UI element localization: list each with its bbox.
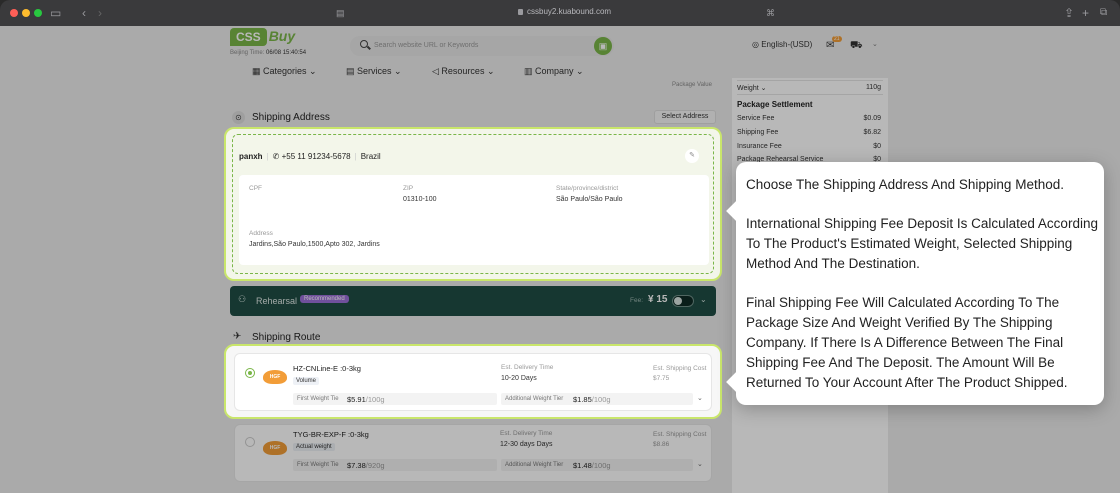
- tabs-overview-icon[interactable]: ⧉: [1100, 6, 1107, 20]
- minimize-window-button[interactable]: [22, 9, 30, 17]
- image-search-icon[interactable]: ▣: [594, 37, 612, 55]
- route-name: HZ-CNLine-E :0-3kg: [293, 364, 361, 373]
- tooltip-paragraph-3: Final Shipping Fee Will Calculated Accor…: [746, 295, 1068, 390]
- route-radio-selected[interactable]: [245, 368, 255, 378]
- sidebar-icon[interactable]: ▭: [50, 6, 61, 20]
- address-label: Address: [249, 230, 273, 237]
- delivery-label: Est. Delivery Time: [500, 430, 553, 437]
- close-window-button[interactable]: [10, 9, 18, 17]
- cost-label: Est. Shipping Cost: [653, 431, 707, 438]
- translate-icon[interactable]: ⌘: [766, 6, 775, 20]
- edit-icon[interactable]: ✎: [685, 149, 699, 163]
- chevron-down-icon[interactable]: ⌄: [697, 394, 703, 402]
- weight-row: Weight ⌄ 110g: [737, 84, 881, 92]
- delivery-value: 10-20 Days: [501, 375, 537, 382]
- nav-company[interactable]: ▥ Company ⌄: [524, 66, 584, 77]
- cost-label: Est. Shipping Cost: [653, 365, 707, 372]
- forward-icon[interactable]: ›: [98, 6, 102, 20]
- package-settlement-title: Package Settlement: [737, 100, 813, 109]
- shipping-route-title: Shipping Route: [252, 332, 321, 343]
- cost-value: $8.86: [653, 441, 670, 448]
- tooltip-paragraph-2: International Shipping Fee Deposit Is Ca…: [746, 216, 1098, 271]
- lock-icon: [518, 9, 523, 15]
- delivery-value: 12-30 days Days: [500, 441, 553, 448]
- carrier-logo-icon: HGF: [263, 441, 287, 455]
- address-details: CPF ZIP 01310-100 State/province/distric…: [239, 175, 709, 265]
- search-bar[interactable]: Search website URL or Keywords ▣: [350, 36, 614, 56]
- tooltip-paragraph-1: Choose The Shipping Address And Shipping…: [746, 177, 1064, 192]
- chevron-down-icon[interactable]: ⌄: [700, 295, 707, 304]
- back-icon[interactable]: ‹: [82, 6, 86, 20]
- package-value-label: Package Value: [672, 82, 712, 88]
- route-tag: Actual weight: [293, 443, 335, 451]
- route-tag: Volume: [293, 377, 320, 385]
- route-option-selected[interactable]: HGF HZ-CNLine-E :0-3kg Volume Est. Deliv…: [224, 344, 722, 419]
- nav-categories[interactable]: ▦ Categories ⌄: [252, 66, 317, 77]
- address-card[interactable]: panxh | ✆ +55 11 91234-5678 | Brazil ✎ CPF Z…: [224, 127, 722, 281]
- browser-toolbar: ▭ ‹ › ▤ cssbuy2.kuabound.com ⌘ ⇪ + ⧉: [0, 0, 1120, 26]
- service-fee-row: Service Fee $0.09: [737, 115, 881, 122]
- insurance-fee-row: Insurance Fee $0: [737, 143, 881, 150]
- route-option-1[interactable]: HGF HZ-CNLine-E :0-3kg Volume Est. Deliv…: [234, 353, 712, 411]
- address-highlight: panxh | ✆ +55 11 91234-5678 | Brazil ✎ CPF Z…: [232, 134, 714, 274]
- rehearsal-fee-amount: ¥ 15: [648, 294, 668, 305]
- rehearsal-toggle[interactable]: [672, 295, 694, 307]
- language-selector[interactable]: ◎ English-(USD): [752, 40, 812, 49]
- cart-icon[interactable]: ⛟: [850, 40, 863, 53]
- page-icon: ▤: [336, 8, 345, 18]
- chevron-down-icon[interactable]: ⌄: [697, 460, 703, 468]
- delivery-label: Est. Delivery Time: [501, 364, 554, 371]
- route-name: TYG-BR-EXP-F :0-3kg: [293, 430, 369, 439]
- search-icon: [360, 40, 368, 48]
- address-bar[interactable]: cssbuy2.kuabound.com: [518, 7, 611, 16]
- state-label: State/province/district: [556, 185, 619, 192]
- select-address-button[interactable]: Select Address: [654, 110, 716, 124]
- new-tab-icon[interactable]: +: [1082, 6, 1089, 20]
- rehearsal-title: Rehearsal: [256, 296, 298, 306]
- nav-services[interactable]: ▤ Services ⌄: [346, 66, 402, 77]
- address-value: Jardins,São Paulo,1500,Apto 302, Jardins: [249, 241, 380, 248]
- shipping-fee-row: Shipping Fee $6.82: [737, 129, 881, 136]
- share-icon[interactable]: ⇪: [1064, 6, 1074, 20]
- location-pin-icon: ⊙: [232, 111, 245, 124]
- rehearsal-fee-label: Fee:: [630, 297, 644, 304]
- message-badge: 21: [832, 36, 842, 42]
- carrier-logo-icon: HGF: [263, 370, 287, 384]
- state-value: São Paulo/São Paulo: [556, 196, 623, 203]
- shipping-address-title: Shipping Address: [252, 112, 330, 123]
- zip-value: 01310-100: [403, 196, 437, 203]
- cost-value: $7.75: [653, 375, 670, 382]
- route-radio[interactable]: [245, 437, 255, 447]
- nav-resources[interactable]: ◁ Resources ⌄: [432, 66, 495, 77]
- beijing-time: Beijing Time: 06/08 15:40:54: [230, 50, 307, 56]
- rehearsal-icon: ⚇: [238, 294, 247, 304]
- additional-weight-tier: Additional Weight Tier $1.85/100g: [501, 393, 693, 405]
- maximize-window-button[interactable]: [34, 9, 42, 17]
- route-option-2[interactable]: HGF TYG-BR-EXP-F :0-3kg Actual weight Es…: [234, 424, 712, 482]
- phone-icon: ✆: [272, 152, 280, 161]
- address-contact: panxh | ✆ +55 11 91234-5678 | Brazil: [239, 152, 381, 161]
- first-weight-tier: First Weight Tie $5.91/100g: [293, 393, 497, 405]
- zip-label: ZIP: [403, 185, 414, 192]
- user-menu-chevron-icon[interactable]: ⌄: [872, 40, 878, 48]
- additional-weight-tier: Additional Weight Tier $1.48/100g: [501, 459, 693, 471]
- guide-tooltip: Choose The Shipping Address And Shipping…: [726, 162, 1104, 405]
- cssbuy-logo[interactable]: CSS Buy: [230, 28, 295, 48]
- first-weight-tier: First Weight Tie $7.38/920g: [293, 459, 497, 471]
- search-input[interactable]: Search website URL or Keywords: [374, 42, 478, 49]
- cpf-label: CPF: [249, 185, 262, 192]
- plane-icon: ✈: [233, 331, 242, 342]
- recommended-badge: Recommended: [300, 295, 349, 303]
- rehearsal-bar: ⚇ Rehearsal Recommended Fee: ¥ 15 ⌄: [230, 286, 716, 316]
